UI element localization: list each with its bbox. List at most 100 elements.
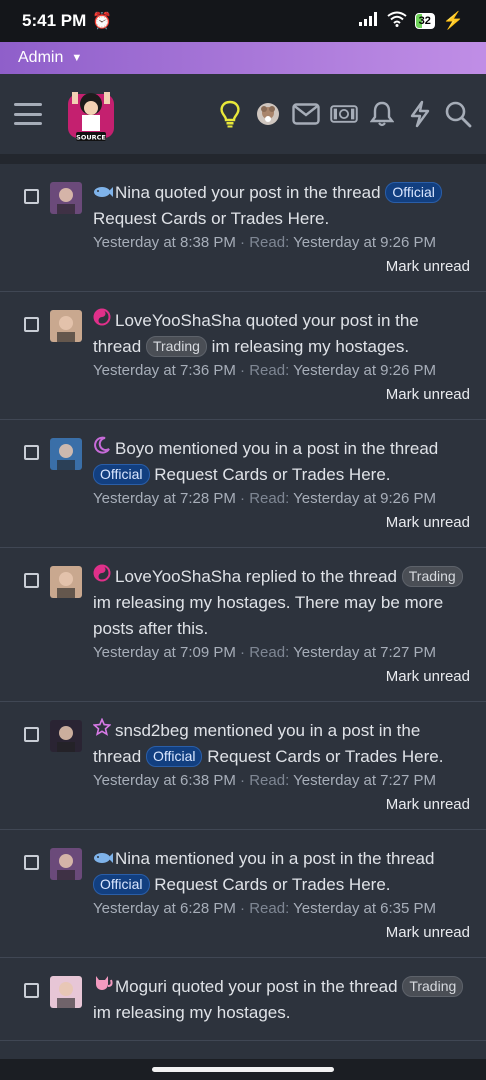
alert-item[interactable]: Nina quoted your post in the thread Offi… (0, 164, 486, 292)
home-gesture-handle[interactable] (152, 1067, 334, 1072)
star-icon (92, 717, 113, 744)
site-logo[interactable]: SOURCE (64, 84, 118, 144)
mark-unread-link[interactable]: Mark unread (93, 257, 470, 277)
username-link[interactable]: LoveYooShaSha (115, 567, 241, 586)
meta-separator: · (235, 644, 250, 661)
read-time: Yesterday at 6:35 PM (293, 900, 437, 917)
meta-separator: · (235, 772, 250, 789)
money-icon[interactable] (330, 100, 358, 128)
read-label: Read: (249, 234, 290, 251)
status-icons: 32 ⚡ (358, 11, 464, 32)
swirl-icon (93, 308, 113, 334)
mail-icon[interactable] (292, 100, 320, 128)
mark-unread-link[interactable]: Mark unread (93, 513, 470, 533)
lightning-icon[interactable] (406, 100, 434, 128)
alert-meta: Yesterday at 7:36 PM · Read: Yesterday a… (93, 361, 470, 381)
username-link[interactable]: LoveYooShaSha (115, 311, 241, 330)
alert-time: Yesterday at 7:36 PM (93, 362, 236, 379)
select-checkbox[interactable] (24, 855, 39, 870)
thread-title-link[interactable]: im releasing my hostages. (212, 337, 409, 356)
search-icon[interactable] (444, 100, 472, 128)
alert-text: LoveYooShaSha replied to the thread Trad… (93, 564, 470, 642)
alert-action: quoted your post in the thread (154, 183, 381, 202)
thread-prefix-badge: Trading (402, 976, 464, 997)
thread-title-link[interactable]: Request Cards or Trades Here. (93, 209, 329, 228)
thread-title-link[interactable]: Request Cards or Trades Here. (154, 465, 390, 484)
avatar[interactable] (50, 310, 82, 342)
avatar[interactable] (50, 438, 82, 470)
username-link[interactable]: Boyo (115, 439, 154, 458)
alert-item[interactable]: Boyo mentioned you in a post in the thre… (0, 420, 486, 548)
thread-title-link[interactable]: Request Cards or Trades Here. (207, 747, 443, 766)
avatar[interactable] (50, 182, 82, 214)
alert-text: LoveYooShaSha quoted your post in the th… (93, 308, 470, 360)
alert-text: Nina quoted your post in the thread Offi… (93, 180, 470, 232)
alert-item[interactable]: Nina mentioned you in a post in the thre… (0, 830, 486, 958)
read-label: Read: (249, 900, 290, 917)
thread-title-link[interactable]: im releasing my hostages. (93, 593, 290, 612)
alert-item[interactable]: snsd2beg mentioned you in a post in the … (0, 702, 486, 830)
alert-text: Nina mentioned you in a post in the thre… (93, 846, 470, 898)
mark-unread-link[interactable]: Mark unread (93, 795, 470, 815)
alert-item[interactable]: LoveYooShaSha quoted your post in the th… (0, 292, 486, 420)
read-time: Yesterday at 9:26 PM (293, 234, 437, 251)
alert-action: mentioned you in a post in the thread (158, 439, 439, 458)
mark-unread-link[interactable]: Mark unread (93, 667, 470, 687)
alert-meta: Yesterday at 6:28 PM · Read: Yesterday a… (93, 899, 470, 919)
menu-icon[interactable] (14, 103, 42, 125)
thread-prefix-badge: Trading (145, 336, 207, 357)
select-checkbox[interactable] (24, 983, 39, 998)
svg-text:SOURCE: SOURCE (76, 134, 106, 142)
thread-prefix-badge: Official (385, 182, 442, 203)
select-checkbox[interactable] (24, 727, 39, 742)
admin-bar[interactable]: Admin ▼ (0, 42, 486, 74)
header-divider (0, 154, 486, 164)
thread-title-link[interactable]: im releasing my hostages. (93, 1003, 290, 1022)
username-link[interactable]: Nina (115, 183, 150, 202)
lightbulb-icon[interactable] (216, 100, 244, 128)
guild-icon[interactable] (254, 100, 282, 128)
avatar[interactable] (50, 848, 82, 880)
status-bar: 5:41 PM ⏰ 32 ⚡ (0, 0, 486, 42)
mark-unread-link[interactable]: Mark unread (93, 923, 470, 943)
meta-separator: · (235, 234, 250, 251)
charging-icon: ⚡ (442, 11, 464, 30)
signal-icon (358, 11, 379, 31)
thread-prefix-badge: Official (145, 746, 203, 767)
select-checkbox[interactable] (24, 317, 39, 332)
avatar[interactable] (50, 720, 82, 752)
alert-meta: Yesterday at 7:28 PM · Read: Yesterday a… (93, 489, 470, 509)
bell-icon[interactable] (368, 100, 396, 128)
chevron-down-icon: ▼ (71, 52, 83, 64)
read-label: Read: (249, 490, 290, 507)
username-link[interactable]: snsd2beg (115, 721, 189, 740)
thread-prefix-badge: Official (93, 464, 150, 485)
thread-prefix-badge: Trading (401, 566, 463, 587)
alert-action: replied to the thread (245, 567, 398, 586)
username-link[interactable]: Moguri (115, 977, 167, 996)
moon-icon (93, 436, 113, 462)
select-checkbox[interactable] (24, 189, 39, 204)
mark-unread-link[interactable]: Mark unread (93, 385, 470, 405)
read-time: Yesterday at 9:26 PM (293, 362, 437, 379)
read-time: Yesterday at 7:27 PM (293, 772, 437, 789)
read-time: Yesterday at 9:26 PM (293, 490, 437, 507)
wifi-icon (386, 11, 407, 32)
avatar[interactable] (50, 566, 82, 598)
alert-meta: Yesterday at 8:38 PM · Read: Yesterday a… (93, 233, 470, 253)
alert-text: Moguri quoted your post in the thread Tr… (93, 974, 470, 1026)
read-label: Read: (249, 644, 290, 661)
avatar[interactable] (50, 976, 82, 1008)
alert-item[interactable]: LoveYooShaSha replied to the thread Trad… (0, 548, 486, 702)
alert-time: Yesterday at 6:28 PM (93, 900, 236, 917)
select-checkbox[interactable] (24, 445, 39, 460)
fish-icon (93, 846, 113, 872)
header-icons (216, 100, 472, 128)
alert-item[interactable]: Moguri quoted your post in the thread Tr… (0, 958, 486, 1041)
username-link[interactable]: Nina (115, 849, 150, 868)
alert-time: Yesterday at 7:09 PM (93, 644, 236, 661)
admin-label[interactable]: Admin (18, 49, 63, 67)
site-header: SOURCE (0, 74, 486, 154)
thread-title-link[interactable]: Request Cards or Trades Here. (154, 875, 390, 894)
select-checkbox[interactable] (24, 573, 39, 588)
